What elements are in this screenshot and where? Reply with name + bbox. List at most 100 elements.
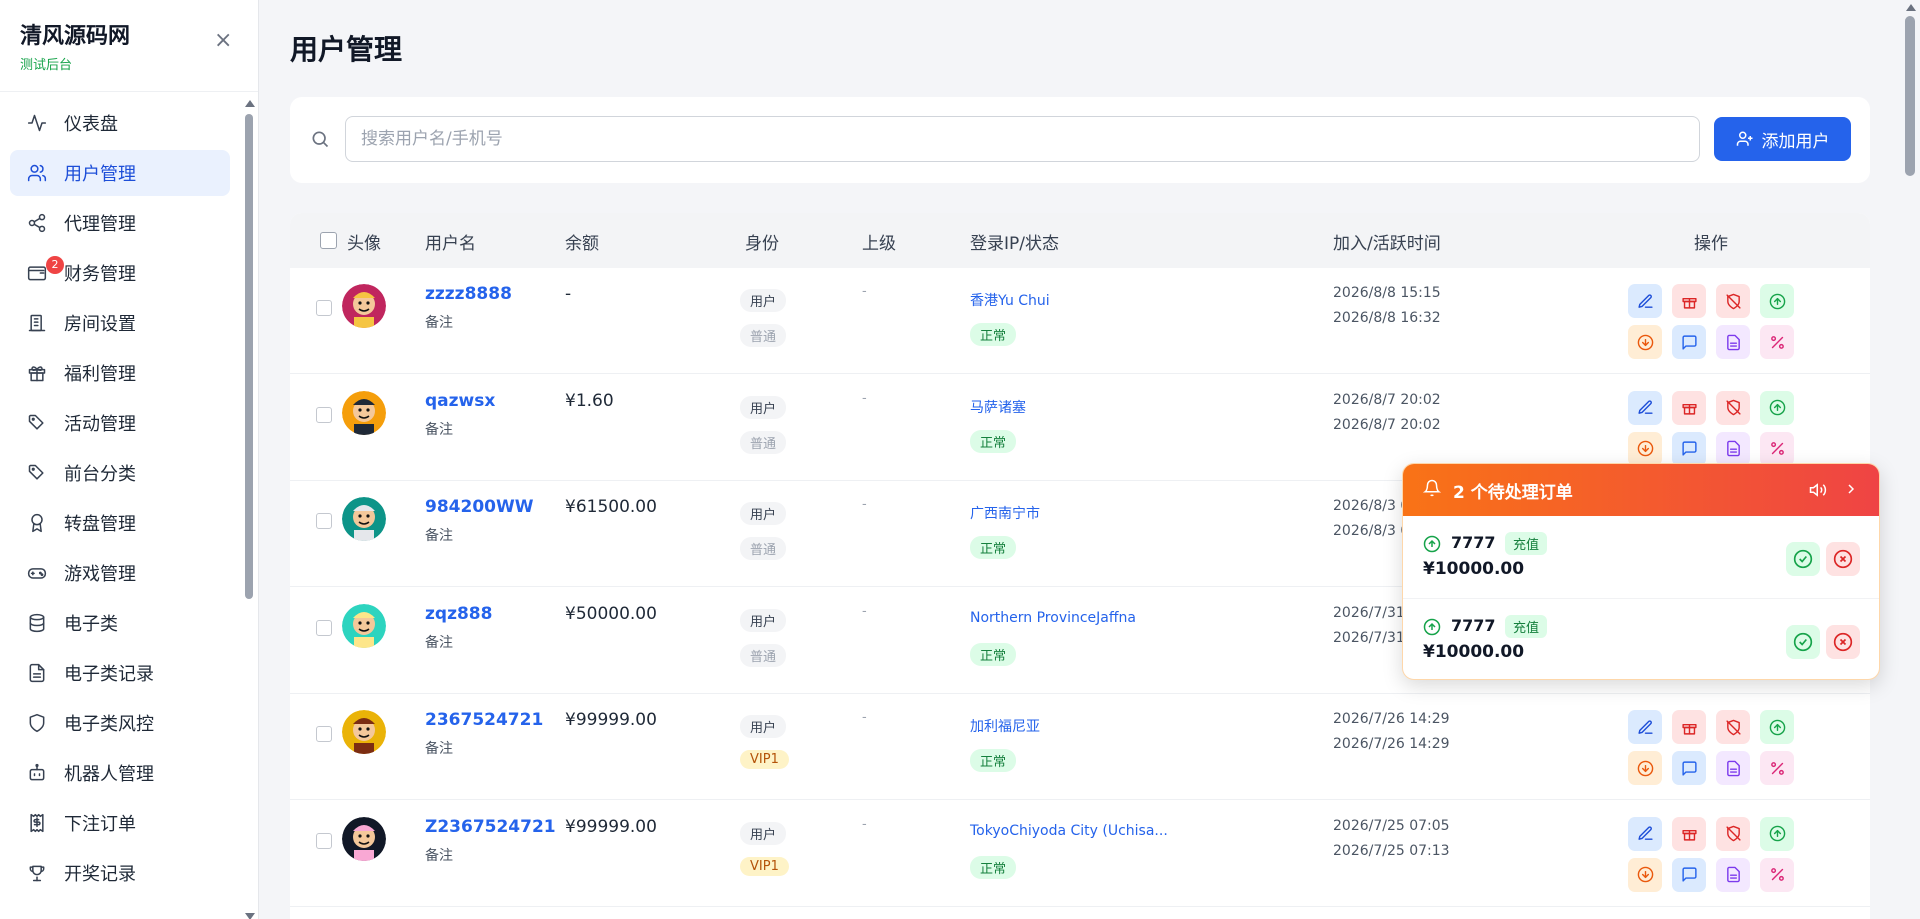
edit-button[interactable]	[1628, 284, 1662, 318]
chevron-right-icon[interactable]	[1843, 481, 1859, 501]
rebate-button[interactable]	[1760, 857, 1794, 892]
select-all-checkbox[interactable]	[320, 232, 337, 249]
bot-icon	[26, 762, 48, 784]
add-user-button[interactable]: 添加用户	[1714, 117, 1851, 161]
rebate-button[interactable]	[1760, 325, 1794, 359]
user-note[interactable]: 备注	[425, 312, 453, 332]
login-ip-link[interactable]: 加利福尼亚	[970, 716, 1040, 736]
withdraw-button[interactable]	[1628, 751, 1662, 785]
row-checkbox[interactable]	[316, 406, 332, 423]
user-note[interactable]: 备注	[425, 738, 453, 758]
recharge-button[interactable]	[1760, 390, 1794, 425]
identity-badge: 用户	[740, 715, 787, 738]
sidebar-item-categories[interactable]: 前台分类	[10, 450, 230, 496]
records-button[interactable]	[1716, 431, 1750, 466]
username-link[interactable]: 984200WW	[425, 497, 533, 517]
recharge-button[interactable]	[1760, 284, 1794, 318]
withdraw-button[interactable]	[1628, 857, 1662, 892]
withdraw-button[interactable]	[1628, 431, 1662, 466]
rebate-button[interactable]	[1760, 751, 1794, 785]
user-note[interactable]: 备注	[425, 419, 453, 439]
sidebar-item-wheel[interactable]: 转盘管理	[10, 500, 230, 546]
login-ip-link[interactable]: Northern ProvinceJaffna	[970, 610, 1136, 626]
sidebar-item-electronic-records[interactable]: 电子类记录	[10, 650, 230, 696]
sidebar-item-finance[interactable]: 2 财务管理	[10, 250, 230, 296]
page-scrollbar[interactable]	[1904, 0, 1918, 919]
pending-orders-header: 2 个待处理订单	[1403, 464, 1879, 516]
withdraw-button[interactable]	[1628, 325, 1662, 359]
ban-button[interactable]	[1716, 710, 1750, 744]
records-button[interactable]	[1716, 751, 1750, 785]
row-checkbox[interactable]	[316, 619, 332, 636]
ban-button[interactable]	[1716, 390, 1750, 425]
message-button[interactable]	[1672, 857, 1706, 892]
sidebar-item-activities[interactable]: 活动管理	[10, 400, 230, 446]
login-ip-link[interactable]: 广西南宁市	[970, 503, 1040, 523]
row-checkbox[interactable]	[316, 832, 332, 849]
message-button[interactable]	[1672, 325, 1706, 359]
sidebar-item-rooms[interactable]: 房间设置	[10, 300, 230, 346]
login-ip-link[interactable]: 马萨诸塞	[970, 397, 1026, 417]
username-link[interactable]: zzzz8888	[425, 284, 512, 304]
gift-button[interactable]	[1672, 284, 1706, 318]
username-link[interactable]: 2367524721	[425, 710, 543, 730]
status-badge: 正常	[970, 855, 1017, 879]
recharge-button[interactable]	[1760, 710, 1794, 744]
login-ip-link[interactable]: TokyoChiyoda City (Uchisa...	[970, 823, 1168, 839]
edit-button[interactable]	[1628, 390, 1662, 425]
username-link[interactable]: zqz888	[425, 604, 492, 624]
volume-icon[interactable]	[1809, 481, 1827, 503]
message-button[interactable]	[1672, 751, 1706, 785]
rebate-button[interactable]	[1760, 431, 1794, 466]
scroll-up-icon[interactable]	[245, 100, 255, 107]
sidebar-item-bet-orders[interactable]: 下注订单	[10, 800, 230, 846]
sidebar-item-bots[interactable]: 机器人管理	[10, 750, 230, 796]
database-icon	[26, 612, 48, 634]
recharge-button[interactable]	[1760, 816, 1794, 851]
sidebar-item-agents[interactable]: 代理管理	[10, 200, 230, 246]
search-input[interactable]	[345, 116, 1700, 162]
gift-icon	[1681, 723, 1697, 735]
message-button[interactable]	[1672, 431, 1706, 466]
scroll-down-icon[interactable]	[245, 913, 255, 919]
sidebar-item-users[interactable]: 用户管理	[10, 150, 230, 196]
records-button[interactable]	[1716, 325, 1750, 359]
user-note[interactable]: 备注	[425, 845, 453, 865]
sidebar-scrollbar[interactable]	[245, 100, 255, 919]
sidebar-item-electronic-risk[interactable]: 电子类风控	[10, 700, 230, 746]
ban-button[interactable]	[1716, 816, 1750, 851]
records-button[interactable]	[1716, 857, 1750, 892]
approve-button[interactable]	[1786, 625, 1820, 659]
message-icon	[1681, 334, 1697, 350]
username-link[interactable]: qazwsx	[425, 391, 495, 411]
order-type-badge: 充值	[1505, 532, 1548, 555]
scroll-up-icon[interactable]	[1906, 4, 1916, 11]
ban-button[interactable]	[1716, 284, 1750, 318]
sidebar-item-games[interactable]: 游戏管理	[10, 550, 230, 596]
gift-button[interactable]	[1672, 710, 1706, 744]
sidebar-item-electronic[interactable]: 电子类	[10, 600, 230, 646]
row-checkbox[interactable]	[316, 513, 332, 529]
edit-button[interactable]	[1628, 710, 1662, 744]
reject-button[interactable]	[1826, 542, 1860, 576]
sidebar-item-label: 下注订单	[64, 814, 136, 835]
user-note[interactable]: 备注	[425, 632, 453, 652]
row-checkbox[interactable]	[316, 300, 332, 316]
reject-button[interactable]	[1826, 625, 1860, 659]
username-link[interactable]: Z2367524721	[425, 817, 556, 837]
scrollbar-thumb[interactable]	[1905, 16, 1915, 176]
login-ip-link[interactable]: 香港Yu Chui	[970, 290, 1050, 310]
edit-button[interactable]	[1628, 816, 1662, 851]
scrollbar-thumb[interactable]	[245, 114, 253, 599]
user-note[interactable]: 备注	[425, 525, 453, 545]
row-checkbox[interactable]	[316, 726, 332, 742]
gift-button[interactable]	[1672, 390, 1706, 425]
sidebar-item-welfare[interactable]: 福利管理	[10, 350, 230, 396]
close-icon[interactable]: ×	[214, 30, 232, 52]
sidebar-item-dashboard[interactable]: 仪表盘	[10, 100, 230, 146]
sidebar-item-label: 电子类记录	[64, 664, 154, 685]
table-row: Z2367524721 备注 ¥99999.00 用户 VIP1 - Tokyo…	[290, 801, 1870, 907]
approve-button[interactable]	[1786, 542, 1820, 576]
gift-button[interactable]	[1672, 816, 1706, 851]
sidebar-item-draw-records[interactable]: 开奖记录	[10, 850, 230, 896]
